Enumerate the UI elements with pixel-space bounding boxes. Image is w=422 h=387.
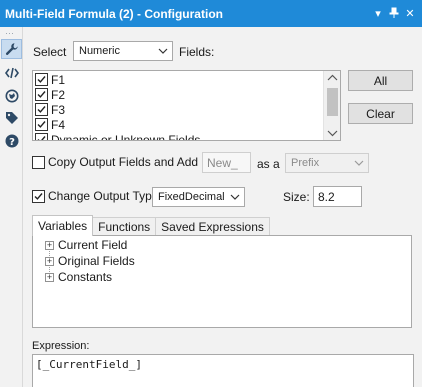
fields-checklist[interactable]: F1 F2 F3 F4 Dynamic or Unknown Fields: [32, 70, 341, 141]
copy-output-option[interactable]: Copy Output Fields and Add: [32, 155, 198, 169]
field-item-f1[interactable]: F1: [35, 72, 65, 87]
field-item-label: F4: [51, 117, 66, 132]
copy-output-text-value: New_: [207, 155, 238, 170]
scrollbar-thumb[interactable]: [327, 88, 338, 116]
checkbox-unchecked-icon[interactable]: [32, 155, 45, 169]
tree-item-current-field[interactable]: + Current Field: [45, 237, 127, 253]
expand-icon[interactable]: +: [45, 256, 54, 266]
pin-icon[interactable]: [386, 7, 402, 21]
chevron-down-icon: [158, 48, 168, 54]
checkbox-checked-icon[interactable]: [35, 118, 48, 131]
size-label: Size:: [283, 190, 310, 204]
chevron-down-icon: [354, 160, 364, 166]
field-item-label: F2: [51, 87, 66, 102]
tree-item-label: Constants: [58, 270, 113, 284]
size-input[interactable]: 8.2: [313, 186, 362, 207]
expand-icon[interactable]: +: [45, 240, 54, 250]
tree-item-label: Current Field: [58, 238, 128, 252]
prefix-suffix-value: Prefix: [291, 157, 320, 169]
variables-tree[interactable]: + Current Field + Original Fields + Cons…: [32, 235, 412, 328]
tree-item-constants[interactable]: + Constants: [45, 269, 112, 285]
wrench-icon[interactable]: [1, 39, 22, 59]
change-output-type-option[interactable]: Change Output Type to: [32, 189, 172, 203]
size-value: 8.2: [318, 189, 335, 204]
window-titlebar: Multi-Field Formula (2) - Configuration …: [0, 0, 422, 27]
tab-functions[interactable]: Functions: [92, 217, 157, 235]
scroll-up-icon[interactable]: [327, 74, 338, 82]
code-icon[interactable]: [1, 63, 22, 83]
tree-item-label: Original Fields: [58, 254, 135, 268]
svg-text:?: ?: [9, 137, 15, 148]
copy-output-text-input[interactable]: New_: [202, 152, 251, 173]
checkbox-checked-icon[interactable]: [32, 189, 45, 203]
field-item-f4[interactable]: F4: [35, 117, 65, 132]
tab-saved-expressions[interactable]: Saved Expressions: [155, 217, 270, 235]
select-label: Select: [33, 45, 67, 59]
fields-scrollbar[interactable]: [323, 71, 340, 140]
expression-tabs: Variables Functions Saved Expressions: [32, 215, 270, 236]
copy-output-label: Copy Output Fields and Add: [48, 155, 199, 169]
checkbox-checked-icon[interactable]: [35, 103, 48, 116]
expression-value: [_CurrentField_]: [36, 358, 142, 371]
tree-item-original-fields[interactable]: + Original Fields: [45, 253, 135, 269]
close-icon[interactable]: ✕: [402, 7, 418, 20]
chevron-down-icon: [230, 194, 240, 200]
help-icon[interactable]: ?: [1, 131, 22, 151]
checkbox-checked-icon[interactable]: [35, 133, 48, 140]
field-item-f2[interactable]: F2: [35, 87, 65, 102]
field-item-f3[interactable]: F3: [35, 102, 65, 117]
expression-editor[interactable]: [_CurrentField_]: [32, 354, 414, 387]
field-item-label: Dynamic or Unknown Fields: [51, 132, 201, 141]
checkbox-checked-icon[interactable]: [35, 73, 48, 86]
expand-icon[interactable]: +: [45, 272, 54, 282]
sidebar-grip: ⋯: [5, 28, 15, 38]
field-item-label: F1: [51, 72, 66, 87]
fields-label: Fields:: [179, 45, 215, 59]
checkbox-checked-icon[interactable]: [35, 88, 48, 101]
dropdown-icon[interactable]: ▾: [370, 7, 386, 20]
all-button[interactable]: All: [348, 70, 413, 91]
expression-label: Expression:: [32, 340, 90, 352]
output-type-select[interactable]: FixedDecimal: [152, 187, 245, 207]
output-type-value: FixedDecimal: [158, 191, 225, 203]
clear-button[interactable]: Clear: [348, 103, 413, 124]
tab-variables[interactable]: Variables: [32, 215, 94, 236]
configuration-panel: Select Numeric Fields: F1 F2 F3 F4 Dynam…: [24, 27, 422, 387]
scroll-down-icon[interactable]: [327, 129, 338, 137]
tag-icon[interactable]: [1, 108, 22, 128]
as-a-label: as a: [257, 157, 280, 171]
field-item-label: F3: [51, 102, 66, 117]
window-title: Multi-Field Formula (2) - Configuration: [5, 6, 223, 21]
globe-icon[interactable]: [1, 86, 22, 106]
sidebar: ⋯ ?: [0, 27, 23, 387]
field-type-value: Numeric: [79, 45, 120, 57]
field-type-select[interactable]: Numeric: [73, 41, 173, 61]
prefix-suffix-select[interactable]: Prefix: [285, 153, 369, 173]
field-item-dynamic[interactable]: Dynamic or Unknown Fields: [35, 132, 201, 141]
